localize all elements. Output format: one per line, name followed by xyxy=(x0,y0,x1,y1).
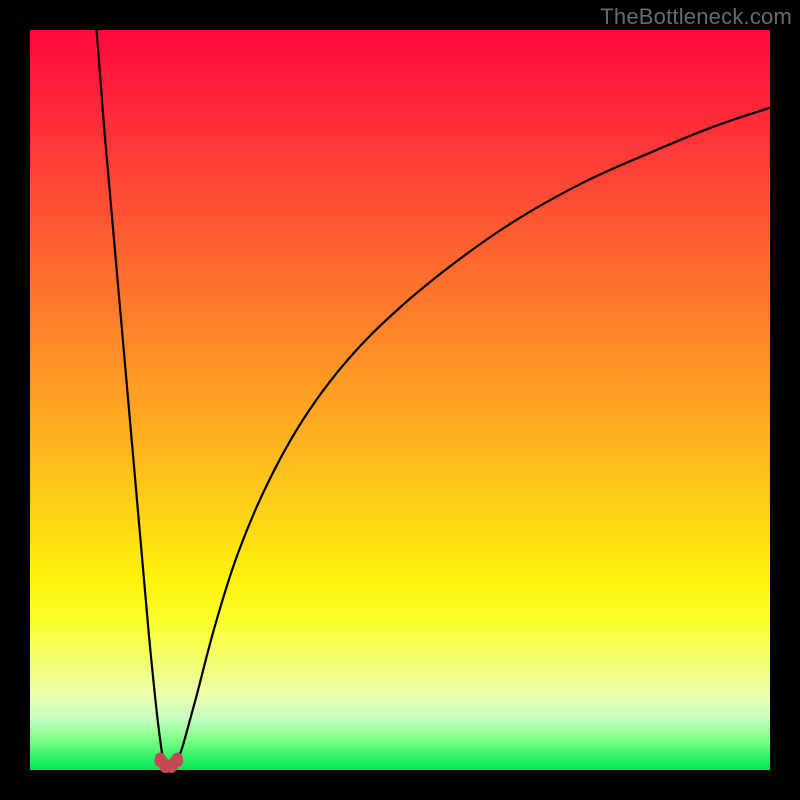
curve-left-branch xyxy=(97,30,171,768)
bottom-marker xyxy=(171,755,183,767)
bottom-marker-group xyxy=(154,755,183,773)
plot-area xyxy=(30,30,770,770)
watermark-text: TheBottleneck.com xyxy=(600,4,792,30)
chart-frame: TheBottleneck.com xyxy=(0,0,800,800)
curve-right-branch xyxy=(171,108,770,768)
curve-layer xyxy=(30,30,770,770)
